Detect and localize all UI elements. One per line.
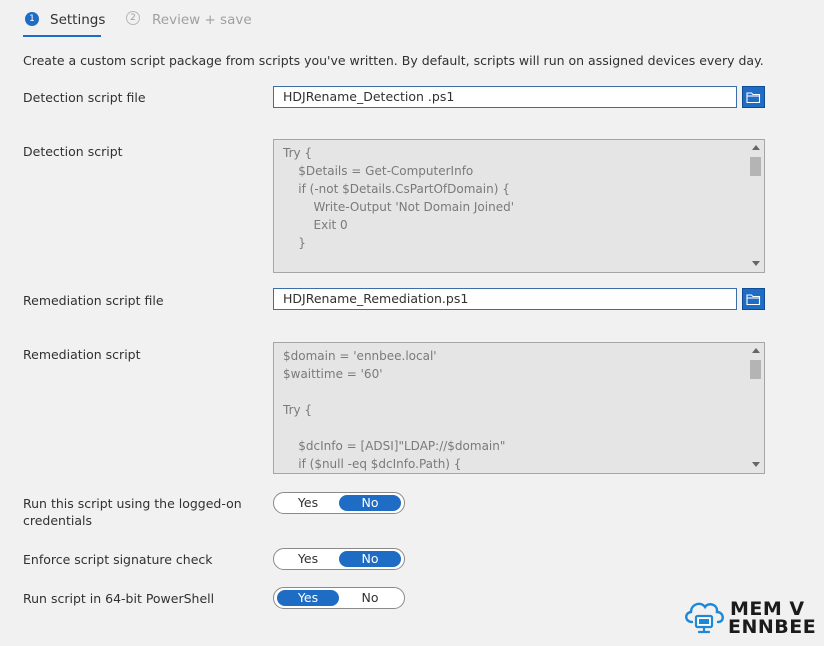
script-line: Try { [283, 403, 313, 417]
folder-icon [746, 294, 761, 306]
scroll-thumb[interactable] [750, 157, 761, 176]
tab-settings[interactable]: Settings [50, 12, 105, 28]
detection-script-label: Detection script [23, 144, 123, 159]
script-line [283, 419, 744, 437]
detection-file-input[interactable]: HDJRename_Detection .ps1 [273, 86, 737, 108]
step-2-circle: 2 [126, 11, 140, 25]
toggle-no[interactable]: No [339, 551, 401, 567]
option-signature-check-label: Enforce script signature check [23, 552, 213, 567]
64bit-powershell-toggle[interactable]: Yes No [273, 587, 405, 609]
folder-icon [746, 92, 761, 104]
remediation-script-editor[interactable]: $domain = 'ennbee.local' $waittime = '60'… [273, 342, 765, 474]
scroll-thumb[interactable] [750, 360, 761, 379]
remediation-file-label: Remediation script file [23, 293, 164, 308]
detection-file-browse-button[interactable] [742, 86, 765, 108]
remediation-file-input[interactable]: HDJRename_Remediation.ps1 [273, 288, 737, 310]
toggle-yes[interactable]: Yes [277, 495, 339, 511]
detection-script-scrollbar[interactable] [748, 141, 763, 271]
toggle-no[interactable]: No [339, 590, 401, 606]
option-64bit-label: Run script in 64-bit PowerShell [23, 591, 215, 606]
remediation-script-label: Remediation script [23, 347, 141, 362]
script-line: $dcInfo = [ADSI]"LDAP://$domain" [283, 439, 506, 453]
detection-file-label: Detection script file [23, 90, 146, 105]
signature-check-toggle[interactable]: Yes No [273, 548, 405, 570]
remediation-file-browse-button[interactable] [742, 288, 765, 310]
script-line: if (-not $Details.CsPartOfDomain) { [283, 182, 510, 196]
toggle-yes[interactable]: Yes [277, 590, 339, 606]
script-line [283, 383, 744, 401]
script-line: Exit 0 [283, 218, 348, 232]
scroll-up-icon[interactable] [752, 348, 760, 353]
remediation-script-scrollbar[interactable] [748, 344, 763, 472]
scroll-down-icon[interactable] [752, 261, 760, 266]
step-1-circle: 1 [25, 12, 39, 26]
toggle-no[interactable]: No [339, 495, 401, 511]
script-line: $waittime = '60' [283, 367, 383, 381]
script-line: $Details = Get-ComputerInfo [283, 164, 474, 178]
tab-review-save[interactable]: Review + save [152, 12, 252, 28]
script-line: } [283, 236, 306, 250]
script-line: $domain = 'ennbee.local' [283, 349, 437, 363]
cloud-computer-logo-icon [682, 598, 728, 636]
logo-text-line2: ENNBEE [728, 616, 817, 638]
logged-on-credentials-toggle[interactable]: Yes No [273, 492, 405, 514]
script-line: Write-Output 'Not Domain Joined' [283, 200, 514, 214]
toggle-yes[interactable]: Yes [277, 551, 339, 567]
scroll-down-icon[interactable] [752, 462, 760, 467]
script-line: if ($null -eq $dcInfo.Path) { [283, 457, 462, 471]
active-tab-underline [23, 35, 101, 37]
detection-script-editor[interactable]: Try { $Details = Get-ComputerInfo if (-n… [273, 139, 765, 273]
option-logged-on-credentials-label: Run this script using the logged-on cred… [23, 496, 242, 528]
page-description: Create a custom script package from scri… [23, 53, 764, 68]
scroll-up-icon[interactable] [752, 145, 760, 150]
script-line: Try { [283, 146, 313, 160]
